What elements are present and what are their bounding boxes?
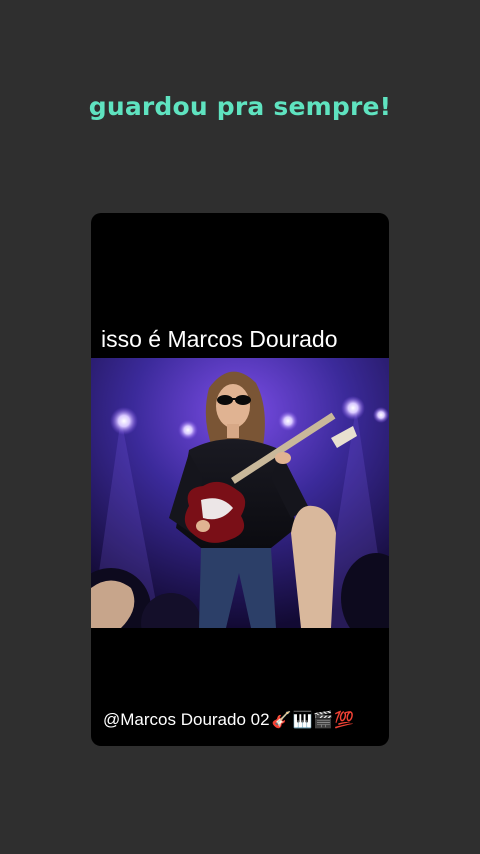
stage-light bbox=[341, 396, 365, 420]
video-frame[interactable] bbox=[91, 358, 389, 628]
handle-text: @Marcos Dourado 02 bbox=[103, 710, 270, 729]
concert-scene-image bbox=[91, 358, 389, 628]
story-screen: guardou pra sempre! isso é Marcos Dourad… bbox=[0, 0, 480, 854]
video-overlay-text: isso é Marcos Dourado bbox=[101, 326, 338, 352]
stage-light bbox=[110, 407, 138, 435]
stage-light bbox=[278, 411, 298, 431]
stage-light bbox=[178, 420, 198, 440]
emoji-icons: 🎸🎹🎬💯 bbox=[271, 712, 356, 729]
video-card[interactable]: isso é Marcos Dourado @Marcos Dourado 02… bbox=[91, 213, 389, 746]
stage-light bbox=[373, 407, 389, 423]
story-caption: guardou pra sempre! bbox=[88, 92, 392, 121]
creator-handle[interactable]: @Marcos Dourado 02 🎸🎹🎬💯 bbox=[103, 710, 355, 730]
